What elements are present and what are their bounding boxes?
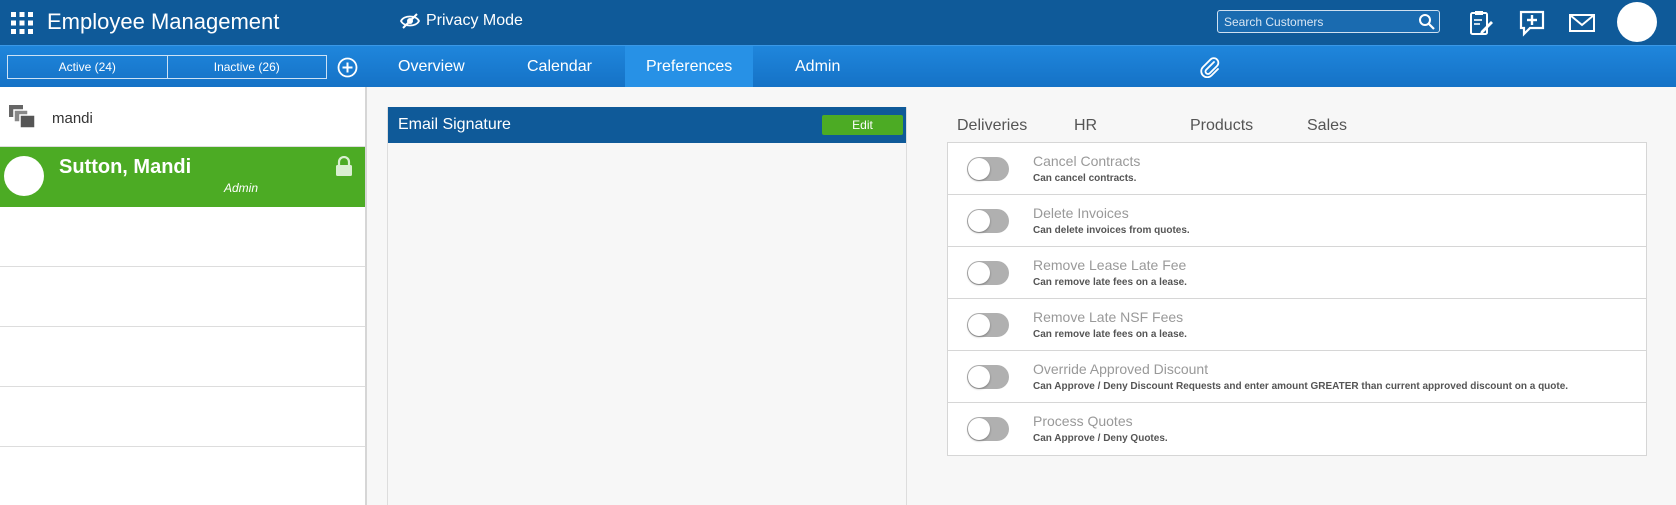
toggle-knob [968, 418, 990, 440]
permission-description: Can cancel contracts. [1033, 173, 1137, 184]
permission-row-delete-invoices: Delete Invoices Can delete invoices from… [948, 195, 1646, 247]
permission-title: Remove Late NSF Fees [1033, 309, 1184, 325]
privacy-mode-label: Privacy Mode [426, 12, 523, 29]
status-filter-tabs: Active (24) Inactive (26) [7, 55, 327, 79]
permission-row-cancel-contracts: Cancel Contracts Can cancel contracts. [948, 143, 1646, 195]
toggle-knob [968, 262, 990, 284]
permission-title: Remove Lease Late Fee [1033, 257, 1187, 273]
permission-description: Can Approve / Deny Quotes. [1033, 433, 1168, 444]
permission-toggle[interactable] [967, 157, 1009, 181]
app-title: Employee Management [47, 9, 280, 34]
chat-plus-icon[interactable] [1518, 9, 1546, 37]
clipboard-edit-icon[interactable] [1467, 9, 1495, 37]
tab-products[interactable]: Products [1190, 117, 1253, 135]
permission-title: Delete Invoices [1033, 205, 1129, 221]
tab-inactive[interactable]: Inactive (26) [166, 56, 327, 78]
lock-icon [336, 156, 352, 176]
email-signature-title: Email Signature [398, 116, 511, 133]
toggle-knob [968, 210, 990, 232]
employee-avatar [4, 156, 44, 196]
grid-icon[interactable] [11, 12, 33, 34]
envelope-icon[interactable] [1568, 9, 1596, 37]
permission-toggle[interactable] [967, 209, 1009, 233]
toggle-knob [968, 314, 990, 336]
permission-title: Override Approved Discount [1033, 361, 1209, 377]
permission-row-remove-late-nsf-fees: Remove Late NSF Fees Can remove late fee… [948, 299, 1646, 351]
employee-filter-text: mandi [52, 110, 93, 127]
tab-hr[interactable]: HR [1074, 117, 1097, 135]
list-item [0, 327, 365, 387]
list-item [0, 207, 365, 267]
list-item [0, 267, 365, 327]
search-input[interactable] [1218, 11, 1439, 32]
permission-list: Cancel Contracts Can cancel contracts. D… [947, 142, 1647, 456]
employee-filter-row: mandi [0, 87, 365, 147]
permission-title: Process Quotes [1033, 413, 1133, 429]
email-signature-panel: Email Signature Edit [387, 107, 907, 505]
permission-description: Can Approve / Deny Discount Requests and… [1033, 381, 1569, 392]
list-item [0, 387, 365, 447]
employee-role: Admin [224, 181, 259, 195]
email-signature-header: Email Signature Edit [388, 107, 906, 143]
toggle-knob [968, 366, 990, 388]
top-header: Employee Management Privacy Mode [0, 0, 1676, 45]
tab-preferences[interactable]: Preferences [625, 46, 754, 87]
permission-toggle[interactable] [967, 313, 1009, 337]
permission-row-process-quotes: Process Quotes Can Approve / Deny Quotes… [948, 403, 1646, 455]
plus-circle-icon[interactable] [337, 57, 358, 78]
tab-calendar[interactable]: Calendar [506, 46, 613, 87]
search-icon[interactable] [1418, 13, 1435, 30]
eye-slash-icon [400, 13, 420, 29]
privacy-mode-toggle[interactable]: Privacy Mode [400, 12, 523, 30]
tab-deliveries[interactable]: Deliveries [957, 117, 1027, 135]
nav-bar: Active (24) Inactive (26) Overview Calen… [0, 45, 1676, 87]
toggle-knob [968, 158, 990, 180]
permission-toggle[interactable] [967, 417, 1009, 441]
permission-toggle[interactable] [967, 261, 1009, 285]
tab-overview[interactable]: Overview [377, 46, 486, 87]
employee-name: Sutton, Mandi [59, 156, 192, 178]
permission-title: Cancel Contracts [1033, 153, 1141, 169]
employee-row-selected[interactable]: Sutton, Mandi Admin [0, 147, 365, 207]
user-avatar[interactable] [1617, 2, 1657, 42]
search-box [1217, 10, 1440, 33]
permission-row-override-approved-discount: Override Approved Discount Can Approve /… [948, 351, 1646, 403]
permission-description: Can remove late fees on a lease. [1033, 329, 1187, 340]
paperclip-icon[interactable] [1199, 56, 1221, 78]
permission-description: Can remove late fees on a lease. [1033, 277, 1187, 288]
tab-sales[interactable]: Sales [1307, 117, 1347, 135]
stack-icon[interactable] [9, 105, 37, 129]
permission-toggle[interactable] [967, 365, 1009, 389]
tab-admin[interactable]: Admin [774, 46, 861, 87]
tab-active[interactable]: Active (24) [8, 56, 167, 78]
edit-signature-button[interactable]: Edit [822, 115, 903, 135]
permission-description: Can delete invoices from quotes. [1033, 225, 1190, 236]
employee-list-panel: mandi Sutton, Mandi Admin [0, 87, 367, 505]
permission-row-remove-lease-late-fee: Remove Lease Late Fee Can remove late fe… [948, 247, 1646, 299]
